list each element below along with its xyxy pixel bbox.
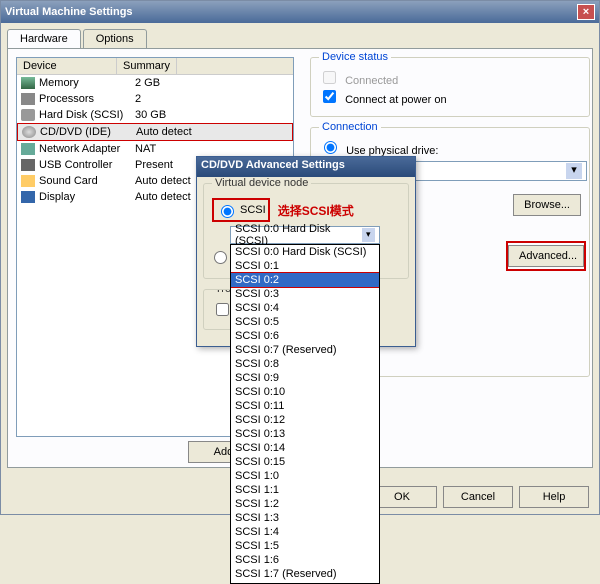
device-icon [21, 93, 35, 105]
connection-legend: Connection [319, 121, 381, 133]
device-name: Display [39, 191, 135, 203]
scsi-node-select[interactable]: SCSI 0:0 Hard Disk (SCSI) ▾ SCSI 0:0 Har… [230, 226, 380, 244]
scsi-option[interactable]: SCSI 0:12 [231, 413, 379, 427]
device-icon [21, 109, 35, 121]
device-row[interactable]: Processors2 [17, 91, 293, 107]
use-physical-radio[interactable] [324, 141, 337, 154]
connected-label: Connected [345, 75, 398, 87]
connect-poweron-checkbox[interactable] [323, 90, 336, 103]
col-summary[interactable]: Summary [117, 58, 177, 74]
virtual-device-node-group: Virtual device node SCSI 选择SCSI模式 SCSI 0… [203, 183, 409, 279]
device-icon [21, 159, 35, 171]
device-name: Processors [39, 93, 135, 105]
vdn-legend: Virtual device node [212, 177, 311, 189]
device-icon [21, 77, 35, 89]
chevron-down-icon: ▾ [362, 228, 375, 242]
device-icon [22, 126, 36, 138]
connected-checkbox [323, 71, 336, 84]
scsi-label: SCSI [240, 204, 266, 216]
scsi-option[interactable]: SCSI 0:6 [231, 329, 379, 343]
device-status-legend: Device status [319, 51, 391, 63]
scsi-option[interactable]: SCSI 1:2 [231, 497, 379, 511]
scsi-option[interactable]: SCSI 0:13 [231, 427, 379, 441]
col-device[interactable]: Device [17, 58, 117, 74]
device-row[interactable]: Hard Disk (SCSI)30 GB [17, 107, 293, 123]
tabs: Hardware Options [7, 29, 593, 48]
scsi-radio[interactable] [221, 205, 234, 218]
scsi-option[interactable]: SCSI 0:3 [231, 287, 379, 301]
device-icon [21, 191, 35, 203]
scsi-radio-highlight: SCSI [212, 198, 270, 222]
scsi-option[interactable]: SCSI 0:11 [231, 399, 379, 413]
cd-dvd-advanced-dialog: CD/DVD Advanced Settings Virtual device … [196, 156, 416, 347]
device-icon [21, 143, 35, 155]
device-row[interactable]: Memory2 GB [17, 75, 293, 91]
footer-buttons: OK Cancel Help [367, 486, 589, 508]
device-summary: Auto detect [135, 191, 191, 203]
scsi-select-row: SCSI 0:0 Hard Disk (SCSI) ▾ SCSI 0:0 Har… [230, 226, 400, 244]
device-icon [21, 175, 35, 187]
advanced-button[interactable]: Advanced... [508, 245, 584, 267]
connected-checkbox-row: Connected [319, 68, 581, 87]
scsi-option[interactable]: SCSI 0:9 [231, 371, 379, 385]
titlebar: Virtual Machine Settings × [1, 1, 599, 23]
device-name: Memory [39, 77, 135, 89]
sub-titlebar: CD/DVD Advanced Settings [197, 157, 415, 177]
scsi-option[interactable]: SCSI 0:2 [230, 272, 380, 288]
connect-poweron-label: Connect at power on [345, 94, 447, 106]
troubleshoot-checkbox[interactable] [216, 303, 229, 316]
annotation-text: 选择SCSI模式 [278, 202, 354, 219]
scsi-option[interactable]: SCSI 0:7 (Reserved) [231, 343, 379, 357]
device-name: Network Adapter [39, 143, 135, 155]
device-summary: 2 GB [135, 77, 160, 89]
device-summary: 2 [135, 93, 141, 105]
connect-poweron-row[interactable]: Connect at power on [319, 87, 581, 106]
scsi-radio-row: SCSI 选择SCSI模式 [212, 198, 400, 222]
scsi-option[interactable]: SCSI 0:10 [231, 385, 379, 399]
advanced-button-highlight: Advanced... [506, 241, 586, 271]
use-physical-row[interactable]: Use physical drive: [319, 138, 581, 157]
device-summary: Auto detect [135, 175, 191, 187]
device-summary: Present [135, 159, 173, 171]
ide-radio[interactable] [214, 251, 227, 264]
device-summary: NAT [135, 143, 156, 155]
chevron-down-icon: ▾ [566, 163, 582, 179]
scsi-option[interactable]: SCSI 1:5 [231, 539, 379, 553]
cancel-button[interactable]: Cancel [443, 486, 513, 508]
scsi-node-dropdown-list[interactable]: SCSI 0:0 Hard Disk (SCSI)SCSI 0:1SCSI 0:… [230, 244, 380, 584]
device-name: USB Controller [39, 159, 135, 171]
help-button[interactable]: Help [519, 486, 589, 508]
tab-hardware[interactable]: Hardware [7, 29, 81, 48]
scsi-option[interactable]: SCSI 0:8 [231, 357, 379, 371]
sub-body: Virtual device node SCSI 选择SCSI模式 SCSI 0… [197, 177, 415, 346]
scsi-option[interactable]: SCSI 0:1 [231, 259, 379, 273]
scsi-option[interactable]: SCSI 1:4 [231, 525, 379, 539]
device-name: Hard Disk (SCSI) [39, 109, 135, 121]
device-row[interactable]: CD/DVD (IDE)Auto detect [17, 123, 293, 141]
device-name: Sound Card [39, 175, 135, 187]
window-title: Virtual Machine Settings [5, 6, 133, 18]
scsi-option[interactable]: SCSI 0:14 [231, 441, 379, 455]
scsi-option[interactable]: SCSI 0:4 [231, 301, 379, 315]
device-summary: 30 GB [135, 109, 166, 121]
scsi-option[interactable]: SCSI 1:7 (Reserved) [231, 567, 379, 581]
scsi-option[interactable]: SCSI 1:6 [231, 553, 379, 567]
scsi-option[interactable]: SCSI 0:0 Hard Disk (SCSI) [231, 245, 379, 259]
device-summary: Auto detect [136, 126, 192, 138]
browse-button[interactable]: Browse... [513, 194, 581, 216]
scsi-option[interactable]: SCSI 1:3 [231, 511, 379, 525]
device-status-group: Device status Connected Connect at power… [310, 57, 590, 117]
tab-options[interactable]: Options [83, 29, 147, 48]
scsi-option[interactable]: SCSI 0:15 [231, 455, 379, 469]
scsi-option[interactable]: SCSI 1:0 [231, 469, 379, 483]
device-name: CD/DVD (IDE) [40, 126, 136, 138]
device-row[interactable]: Network AdapterNAT [17, 141, 293, 157]
device-list-header: Device Summary [17, 58, 293, 75]
scsi-option[interactable]: SCSI 0:5 [231, 315, 379, 329]
scsi-option[interactable]: SCSI 1:1 [231, 483, 379, 497]
close-icon[interactable]: × [577, 4, 595, 20]
